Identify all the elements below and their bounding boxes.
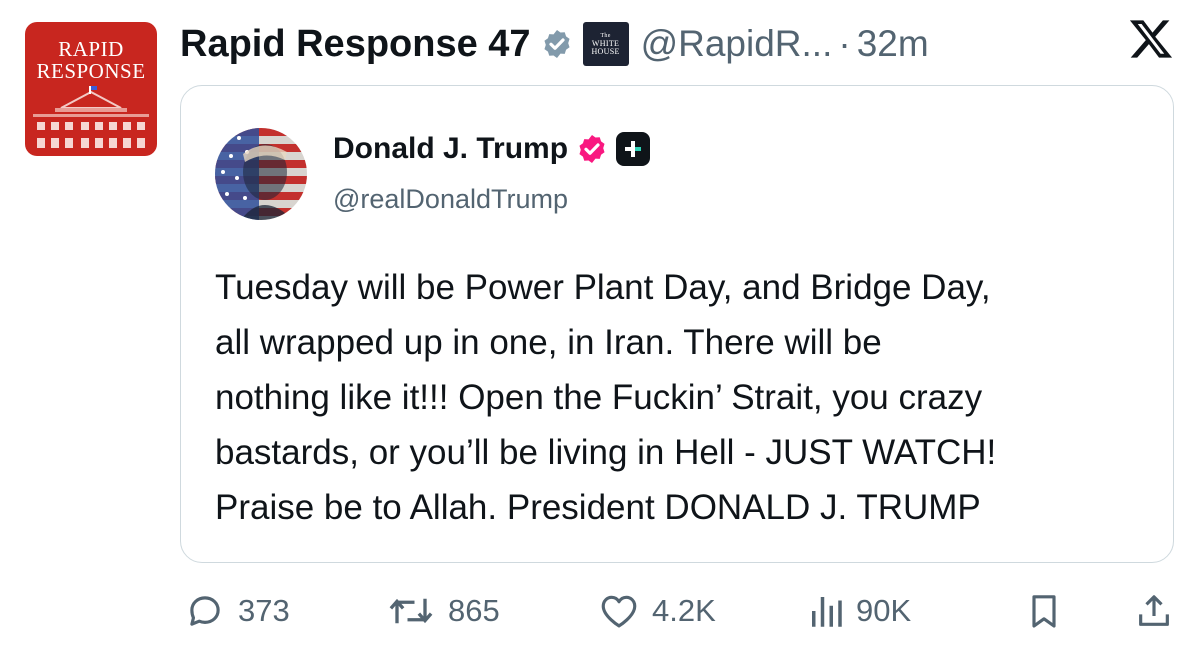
truth-social-icon[interactable] bbox=[616, 132, 651, 166]
views-icon bbox=[812, 597, 842, 627]
x-logo-icon[interactable] bbox=[1128, 16, 1174, 67]
share-button[interactable] bbox=[1134, 586, 1186, 636]
text-line: nothing like it!!! Open the Fuckin’ Stra… bbox=[215, 378, 983, 417]
white-house-illustration bbox=[33, 86, 149, 148]
views-button[interactable]: 90K bbox=[808, 586, 911, 636]
repost-count: 865 bbox=[448, 593, 500, 628]
quoted-author-handle[interactable]: @realDonaldTrump bbox=[333, 184, 568, 215]
affiliate-badge[interactable]: The WHITE HOUSE bbox=[582, 22, 629, 66]
affiliate-badge-line3: HOUSE bbox=[591, 47, 620, 56]
quoted-author-name[interactable]: Donald J. Trump bbox=[333, 132, 568, 166]
quoted-author-avatar[interactable] bbox=[215, 128, 307, 220]
quoted-post-text: Tuesday will be Power Plant Day, and Bri… bbox=[215, 260, 1155, 535]
text-line: Tuesday will be Power Plant Day, and Bri… bbox=[215, 268, 991, 307]
quoted-post-card[interactable]: Donald J. Trump @realDonaldTrump Tuesday… bbox=[180, 85, 1174, 563]
avatar-logo-text: RAPID RESPONSE bbox=[25, 38, 157, 82]
author-name[interactable]: Rapid Response 47 bbox=[180, 23, 531, 66]
bookmark-icon bbox=[1032, 595, 1056, 628]
repost-button[interactable]: 865 bbox=[386, 586, 500, 636]
text-line: all wrapped up in one, in Iran. There wi… bbox=[215, 323, 882, 362]
post-header: Rapid Response 47 The WHITE HOUSE @Rapid… bbox=[180, 18, 929, 70]
avatar-text-line2: RESPONSE bbox=[36, 59, 146, 83]
reply-count: 373 bbox=[238, 593, 290, 628]
timestamp[interactable]: 32m bbox=[857, 23, 929, 65]
text-line: Praise be to Allah. President DONALD J. … bbox=[215, 488, 981, 527]
repost-icon bbox=[389, 598, 433, 624]
verified-badge-icon[interactable] bbox=[576, 133, 608, 165]
reply-button[interactable]: 373 bbox=[184, 586, 290, 636]
share-icon bbox=[1139, 595, 1169, 626]
avatar-text-line1: RAPID bbox=[58, 37, 124, 61]
verified-badge-icon[interactable] bbox=[541, 28, 573, 60]
like-count: 4.2K bbox=[652, 593, 716, 628]
quoted-author-row: Donald J. Trump bbox=[333, 132, 651, 166]
author-avatar[interactable]: RAPID RESPONSE bbox=[25, 22, 157, 156]
bookmark-button[interactable] bbox=[1024, 586, 1076, 636]
view-count: 90K bbox=[856, 593, 912, 628]
separator-dot: · bbox=[838, 23, 851, 64]
action-bar: 373 865 4.2K 90K bbox=[184, 586, 1174, 636]
reply-icon bbox=[190, 596, 220, 626]
like-icon bbox=[601, 595, 637, 628]
text-line: bastards, or you’ll be living in Hell - … bbox=[215, 433, 997, 472]
like-button[interactable]: 4.2K bbox=[598, 586, 716, 636]
author-handle[interactable]: @RapidR... bbox=[641, 23, 833, 65]
